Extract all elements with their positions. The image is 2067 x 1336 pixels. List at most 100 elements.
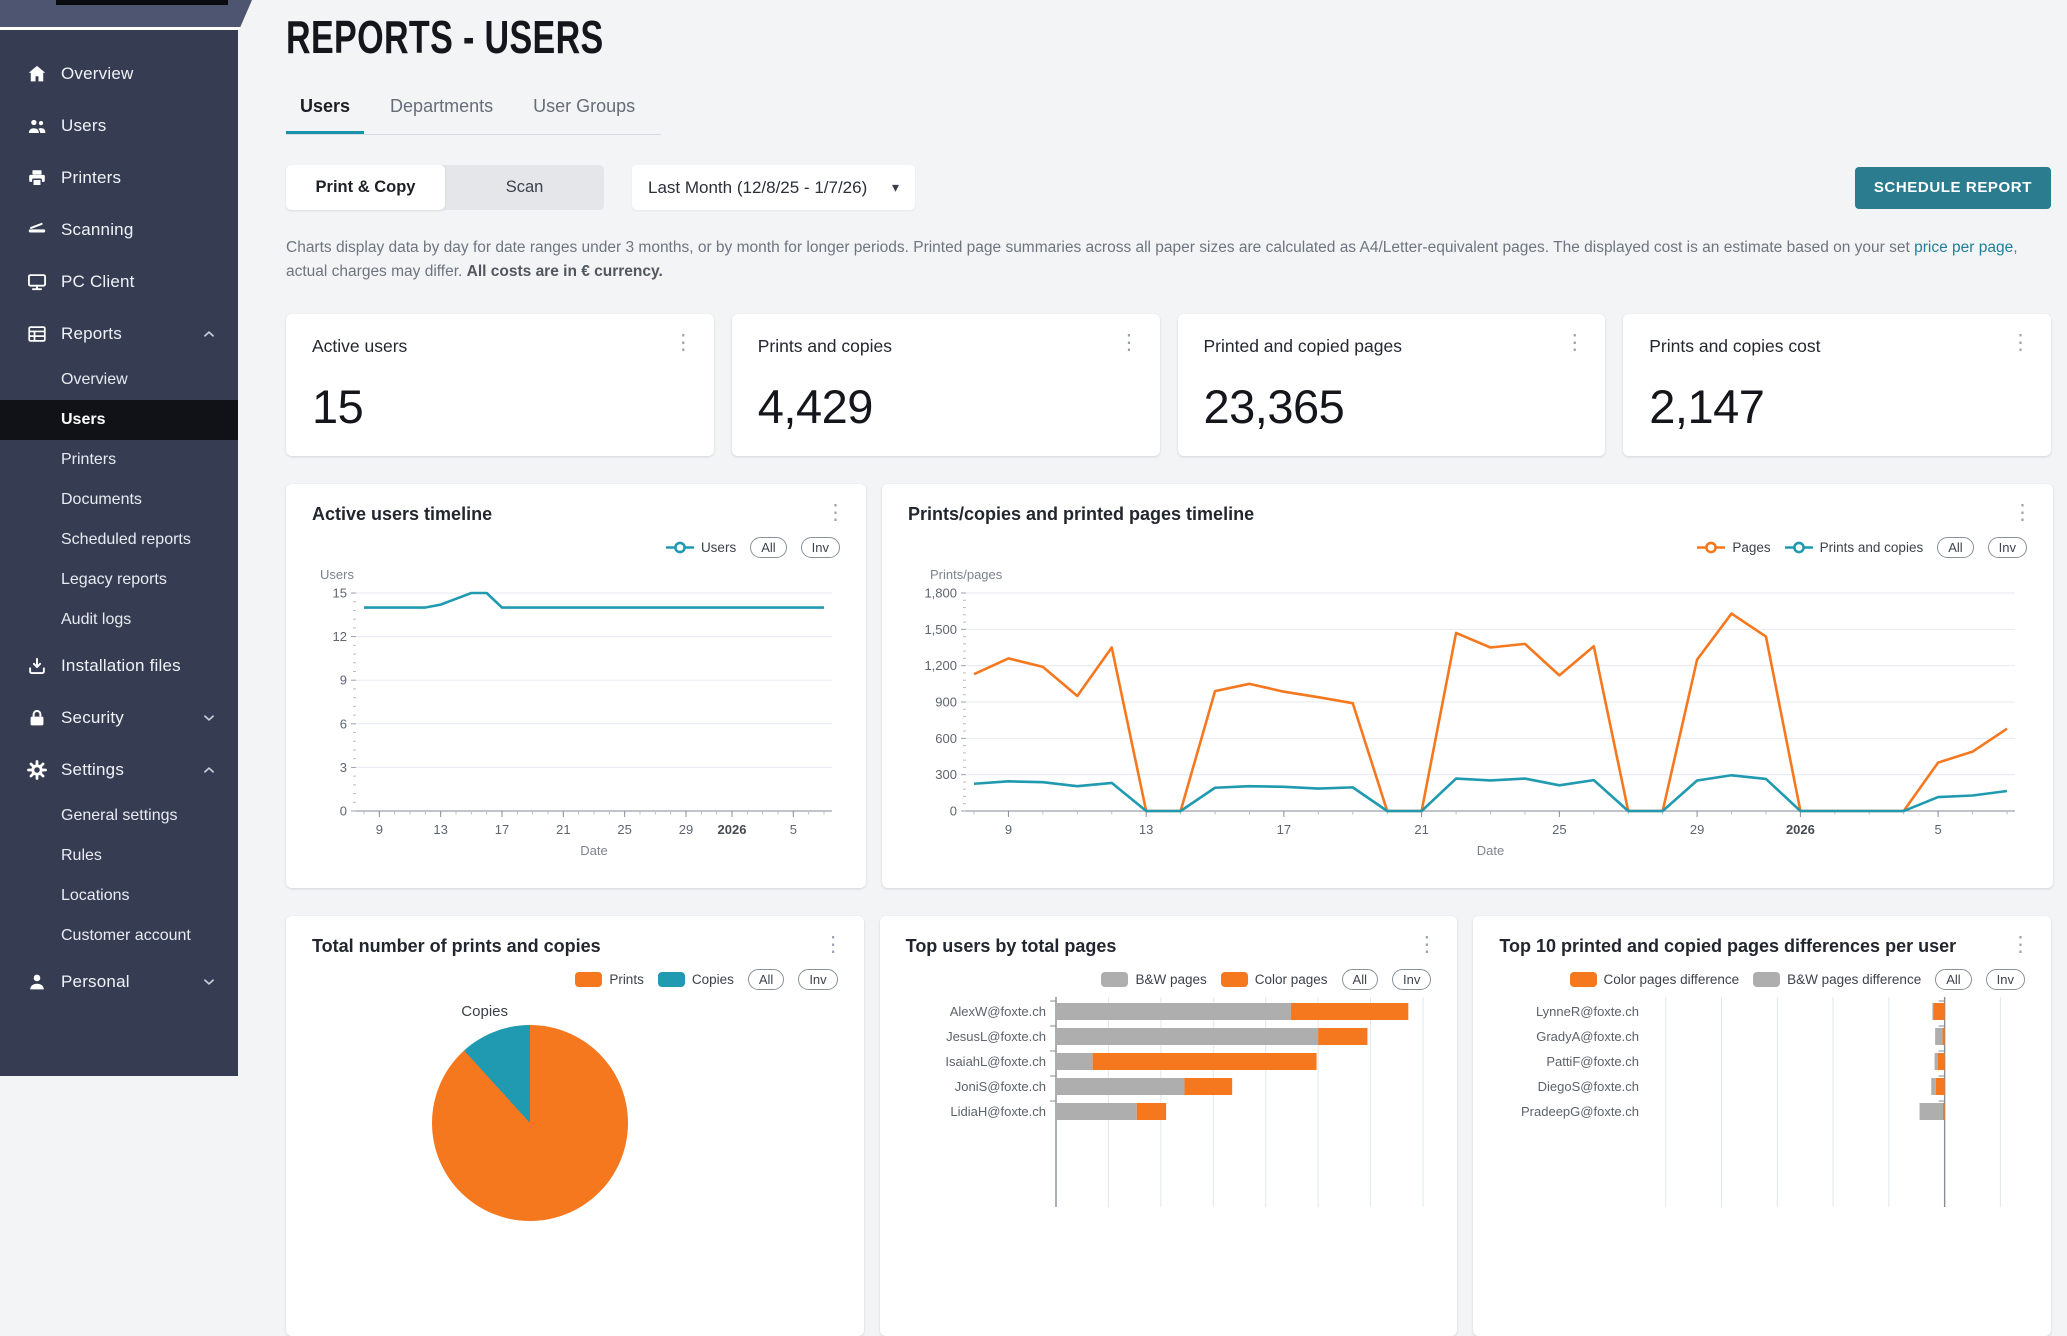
kebab-menu-icon[interactable]: ⋮ [2006, 498, 2039, 527]
legend-pill-inv[interactable]: Inv [1988, 537, 2027, 558]
legend-item-color-pages[interactable]: Color pages [1221, 972, 1328, 987]
prints-pages-timeline-card: Prints/copies and printed pages timeline… [882, 484, 2053, 888]
svg-text:21: 21 [556, 822, 570, 837]
legend-line-marker [1697, 541, 1725, 554]
svg-text:13: 13 [1139, 822, 1153, 837]
tab-users[interactable]: Users [286, 96, 364, 134]
tab-departments[interactable]: Departments [376, 96, 507, 134]
legend-swatch [575, 972, 602, 987]
legend-pill-all[interactable]: All [750, 537, 786, 558]
kebab-menu-icon[interactable]: ⋮ [817, 930, 850, 959]
sidebar-item-reports[interactable]: Reports [0, 308, 238, 360]
sidebar-subitem-settings-locations[interactable]: Locations [0, 876, 238, 916]
sidebar-subitem-settings-general-settings[interactable]: General settings [0, 796, 238, 836]
sidebar-item-label: Users [61, 116, 106, 136]
sidebar-item-scanning[interactable]: Scanning [0, 204, 238, 256]
chart-title: Active users timeline [312, 504, 840, 525]
chart-legend: Users All Inv [312, 535, 840, 559]
sidebar-subitem-reports-documents[interactable]: Documents [0, 480, 238, 520]
pie-wrap: Copies [432, 1025, 628, 1221]
chevron-down-icon: ▾ [892, 179, 899, 196]
sidebar-item-printers[interactable]: Printers [0, 152, 238, 204]
sidebar-subitem-reports-legacy-reports[interactable]: Legacy reports [0, 560, 238, 600]
sidebar-item-installation-files[interactable]: Installation files [0, 640, 238, 692]
svg-text:Date: Date [1477, 843, 1504, 858]
sidebar-subitem-reports-overview[interactable]: Overview [0, 360, 238, 400]
legend-item-b-w-pages-difference[interactable]: B&W pages difference [1753, 972, 1921, 987]
svg-text:25: 25 [1552, 822, 1566, 837]
kebab-menu-icon[interactable]: ⋮ [1113, 328, 1146, 357]
legend-pill-all[interactable]: All [1937, 537, 1973, 558]
schedule-report-button[interactable]: SCHEDULE REPORT [1855, 167, 2051, 209]
svg-text:6: 6 [340, 716, 347, 731]
sidebar-subitem-settings-customer-account[interactable]: Customer account [0, 916, 238, 956]
sidebar-subitem-reports-users[interactable]: Users [0, 400, 238, 440]
svg-text:DiegoS@foxte.ch: DiegoS@foxte.ch [1538, 1079, 1639, 1094]
chart-legend: Prints Copies All Inv [312, 967, 838, 991]
sidebar-item-label: Scanning [61, 220, 134, 240]
svg-text:17: 17 [1277, 822, 1291, 837]
legend-pill-inv[interactable]: Inv [1392, 969, 1431, 990]
svg-text:900: 900 [935, 695, 957, 710]
stat-card-active-users: Active users ⋮ 15 [286, 314, 714, 456]
kebab-menu-icon[interactable]: ⋮ [2004, 328, 2037, 357]
sidebar: OverviewUsersPrintersScanningPC ClientRe… [0, 0, 238, 1076]
legend-item-users[interactable]: Users [666, 540, 736, 555]
sidebar-item-security[interactable]: Security [0, 692, 238, 744]
sidebar-subitem-reports-printers[interactable]: Printers [0, 440, 238, 480]
logo [56, 0, 228, 5]
chart-title: Total number of prints and copies [312, 936, 838, 957]
pie-slice-label: Copies [418, 1003, 508, 1020]
legend-pill-all[interactable]: All [1935, 969, 1971, 990]
charts-info-text: Charts display data by day for date rang… [286, 236, 2046, 284]
date-range-dropdown[interactable]: Last Month (12/8/25 - 1/7/26) ▾ [632, 165, 915, 210]
svg-text:0: 0 [950, 804, 957, 819]
kebab-menu-icon[interactable]: ⋮ [2004, 930, 2037, 959]
kebab-menu-icon[interactable]: ⋮ [1410, 930, 1443, 959]
stat-value: 23,365 [1204, 379, 1580, 434]
legend-pill-all[interactable]: All [1342, 969, 1378, 990]
users-icon [26, 115, 48, 137]
kebab-menu-icon[interactable]: ⋮ [667, 328, 700, 357]
legend-swatch [1221, 972, 1248, 987]
legend-item-prints-and-copies[interactable]: Prints and copies [1785, 540, 1924, 555]
price-per-page-link[interactable]: price per page [1914, 239, 2013, 256]
sidebar-item-pc-client[interactable]: PC Client [0, 256, 238, 308]
scan-toggle-button[interactable]: Scan [445, 165, 604, 210]
legend-item-color-pages-difference[interactable]: Color pages difference [1570, 972, 1740, 987]
legend-pill-all[interactable]: All [748, 969, 784, 990]
sidebar-subitem-settings-rules[interactable]: Rules [0, 836, 238, 876]
svg-text:29: 29 [679, 822, 693, 837]
sidebar-subitem-reports-scheduled-reports[interactable]: Scheduled reports [0, 520, 238, 560]
legend-pill-inv[interactable]: Inv [801, 537, 840, 558]
legend-item-b-w-pages[interactable]: B&W pages [1101, 972, 1206, 987]
stat-title: Prints and copies [758, 336, 1134, 357]
print-copy-toggle-button[interactable]: Print & Copy [286, 165, 445, 210]
lock-icon [26, 707, 48, 729]
notice-bold-text: All costs are in € currency. [467, 263, 663, 280]
svg-text:13: 13 [433, 822, 447, 837]
legend-item-copies[interactable]: Copies [658, 972, 734, 987]
legend-line-marker [666, 541, 694, 554]
svg-text:9: 9 [340, 673, 347, 688]
sidebar-subitem-reports-audit-logs[interactable]: Audit logs [0, 600, 238, 640]
sidebar-item-personal[interactable]: Personal [0, 956, 238, 1008]
tab-user-groups[interactable]: User Groups [519, 96, 649, 134]
sidebar-item-settings[interactable]: Settings [0, 744, 238, 796]
legend-pill-inv[interactable]: Inv [1986, 969, 2025, 990]
pages-differences-card: Top 10 printed and copied pages differen… [1473, 916, 2051, 1336]
legend-pill-inv[interactable]: Inv [798, 969, 837, 990]
legend-item-pages[interactable]: Pages [1697, 540, 1770, 555]
svg-text:JoniS@foxte.ch: JoniS@foxte.ch [954, 1079, 1045, 1094]
sidebar-item-overview[interactable]: Overview [0, 48, 238, 100]
kebab-menu-icon[interactable]: ⋮ [819, 498, 852, 527]
tab-bar: Users Departments User Groups [286, 96, 661, 135]
legend-item-prints[interactable]: Prints [575, 972, 644, 987]
sidebar-item-label: Printers [61, 168, 121, 188]
chevron-up-icon [200, 325, 218, 343]
timeline-charts-row: Active users timeline ⋮ Users All Inv User… [286, 484, 2051, 888]
prints-copies-pie-chart [432, 1025, 628, 1221]
sidebar-item-users[interactable]: Users [0, 100, 238, 152]
kebab-menu-icon[interactable]: ⋮ [1558, 328, 1591, 357]
scanner-icon [26, 219, 48, 241]
